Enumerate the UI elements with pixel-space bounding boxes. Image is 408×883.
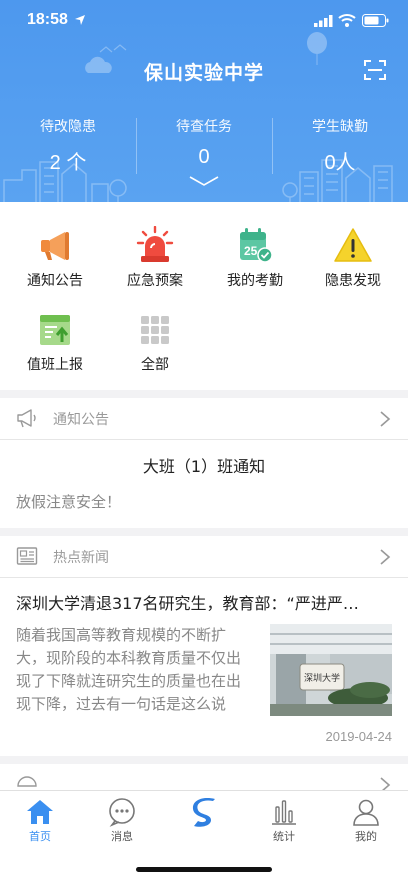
quick-item-attendance[interactable]: 25 我的考勤 (204, 226, 306, 290)
home-indicator (136, 867, 272, 872)
battery-icon (362, 14, 389, 27)
news-card: 热点新闻 深圳大学清退317名研究生，教育部：“严进严… 随着我国高等教育规模的… (0, 536, 408, 756)
wifi-icon (338, 14, 356, 27)
quick-item-all[interactable]: 全部 (104, 310, 206, 374)
stat-value: 2 个 (49, 152, 87, 174)
chevron-down-icon[interactable] (188, 174, 220, 188)
bar-chart-icon (272, 800, 296, 825)
tab-center[interactable] (164, 797, 244, 832)
grid-icon (141, 316, 169, 344)
news-header-title: 热点新闻 (53, 550, 109, 566)
tab-profile[interactable]: 我的 (326, 797, 406, 844)
news-card-header[interactable]: 热点新闻 (0, 536, 408, 578)
notice-body: 放假注意安全！ (16, 493, 122, 511)
stat-label: 学生缺勤 (312, 119, 368, 135)
quick-item-emergency[interactable]: 应急预案 (104, 226, 206, 290)
bird-decoration (99, 44, 127, 53)
megaphone-icon (41, 232, 69, 260)
tab-home[interactable]: 首页 (0, 797, 80, 844)
chevron-right-icon[interactable] (379, 410, 391, 428)
stat-value: 0人 (324, 152, 356, 174)
alarm-light-icon (136, 226, 174, 262)
status-bar: 18:58 (0, 0, 408, 44)
megaphone-outline-icon (17, 409, 36, 428)
stat-value: 0 (198, 146, 210, 168)
notice-card-header[interactable]: 通知公告 (0, 398, 408, 440)
quick-item-label: 应急预案 (127, 273, 183, 289)
duty-report-icon (40, 315, 70, 345)
page-title: 保山实验中学 (143, 62, 264, 84)
chat-icon (109, 798, 135, 827)
chevron-right-icon[interactable] (379, 548, 391, 566)
news-title[interactable]: 深圳大学清退317名研究生，教育部：“严进严… (16, 590, 392, 614)
quick-item-label: 全部 (141, 357, 169, 373)
stat-pending-hazards[interactable]: 待改隐患 2 个 (0, 116, 136, 180)
status-time: 18:58 (27, 11, 68, 28)
logo-s-icon (192, 798, 215, 827)
svg-text:25: 25 (244, 244, 258, 258)
news-thumbnail-sign: 深圳大学 (304, 672, 340, 684)
tab-label: 消息 (111, 830, 133, 843)
calendar-check-icon: 25 (240, 228, 273, 263)
newspaper-icon (16, 547, 38, 565)
location-arrow-icon (75, 15, 85, 25)
tab-messages[interactable]: 消息 (82, 797, 162, 844)
quick-item-label: 隐患发现 (325, 273, 381, 289)
news-date: 2019-04-24 (325, 729, 393, 744)
quick-item-label: 值班上报 (27, 357, 83, 373)
warning-icon (334, 228, 372, 262)
stat-pending-tasks[interactable]: 待查任务 0 (136, 116, 272, 180)
quick-item-label: 我的考勤 (227, 273, 283, 289)
news-thumbnail[interactable]: 深圳大学 (270, 624, 392, 716)
signal-icon (314, 15, 333, 27)
stat-label: 待查任务 (176, 119, 232, 135)
quick-actions-grid: 通知公告 应急预案 25 我的考勤 隐患发现 值班上报 全部 (0, 202, 408, 390)
quick-item-hazard[interactable]: 隐患发现 (302, 226, 404, 290)
user-icon (353, 799, 379, 826)
scan-icon[interactable] (364, 59, 386, 81)
notice-title[interactable]: 大班（1）班通知 (0, 453, 408, 477)
stat-label: 待改隐患 (40, 119, 96, 135)
header: 18:58 保山实验中学 待改隐患 2 个 待查任务 0 学生缺勤 0人 (0, 0, 408, 202)
stat-student-absence[interactable]: 学生缺勤 0人 (272, 116, 408, 180)
tab-statistics[interactable]: 统计 (244, 797, 324, 844)
notice-header-title: 通知公告 (53, 412, 109, 428)
news-summary: 随着我国高等教育规模的不断扩大，现阶段的本科教育质量不仅出现了下降就连研究生的质… (16, 626, 242, 713)
stats-row: 待改隐患 2 个 待查任务 0 学生缺勤 0人 (0, 116, 408, 180)
home-icon (27, 800, 53, 824)
tab-label: 统计 (273, 830, 295, 843)
quick-item-duty-report[interactable]: 值班上报 (4, 310, 106, 374)
tab-label: 首页 (29, 830, 51, 843)
notice-card: 通知公告 大班（1）班通知 放假注意安全！ (0, 398, 408, 528)
quick-item-notice[interactable]: 通知公告 (4, 226, 106, 290)
quick-item-label: 通知公告 (27, 273, 83, 289)
tab-label: 我的 (355, 830, 377, 843)
